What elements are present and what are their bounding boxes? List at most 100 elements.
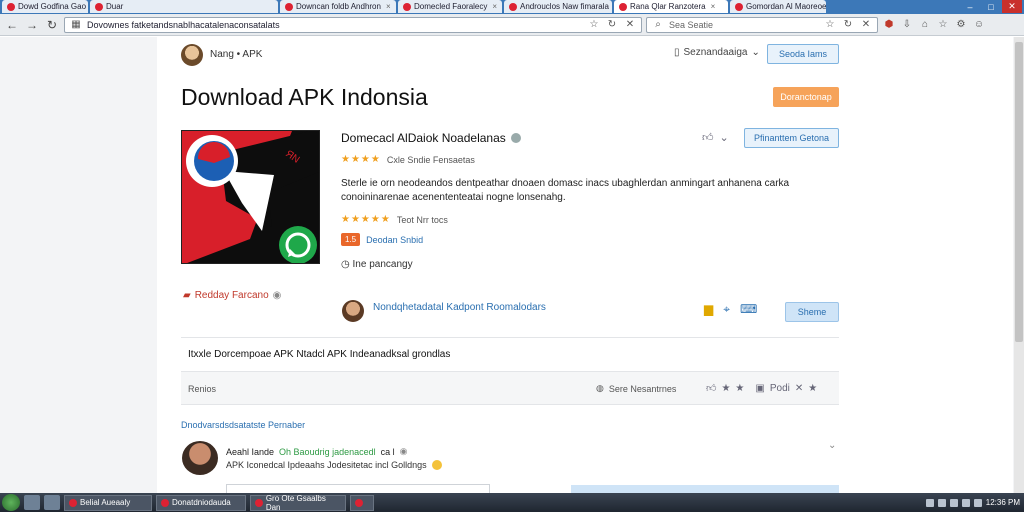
- tab-favicon-icon: [95, 2, 103, 11]
- tray-icon[interactable]: [973, 498, 982, 507]
- developer-name[interactable]: Nondqhetadatal Kadpont Roomalodars: [373, 302, 546, 313]
- tray-icon[interactable]: [937, 498, 946, 507]
- reload-icon[interactable]: ↻: [44, 17, 60, 33]
- comment-header: Aeahl Iande Oh Baoudrig jadenacedl ca l …: [226, 446, 408, 457]
- smiley-icon[interactable]: ☺: [972, 18, 986, 32]
- comments-header[interactable]: Dnodvarsdsdsatatste Pernaber: [181, 420, 305, 430]
- tray-icon[interactable]: [925, 498, 934, 507]
- related-label[interactable]: ▰ Redday Farcano ◉: [183, 290, 281, 301]
- developer-link[interactable]: Deodan Snbid: [366, 235, 423, 245]
- chevron-down-icon[interactable]: ⌄: [720, 131, 729, 144]
- site-logo-avatar[interactable]: [181, 44, 203, 66]
- close-icon[interactable]: ✕: [795, 383, 803, 394]
- reviews-label[interactable]: Renios: [188, 384, 216, 394]
- chat-icon[interactable]: ⌨: [740, 302, 757, 317]
- quicklaunch-icon[interactable]: [24, 495, 40, 510]
- close-window-button[interactable]: ✕: [1002, 0, 1022, 13]
- promo-button[interactable]: Doranctonap: [773, 87, 839, 107]
- tray-icon[interactable]: [961, 498, 970, 507]
- reviews-filter[interactable]: ◍ Sere Nesantrnes: [596, 383, 676, 394]
- downloads-icon[interactable]: ⇩: [900, 18, 914, 32]
- tag-icon[interactable]: ⌖: [723, 302, 730, 317]
- rating-row: ★★★★ Cxle Sndie Fensaetas: [341, 154, 475, 165]
- comment-icon[interactable]: ▣: [755, 383, 764, 394]
- taskbar-item[interactable]: Donatdniodauda: [156, 494, 246, 511]
- info-icon: ◉: [272, 290, 282, 301]
- star-icon[interactable]: ★: [735, 383, 744, 394]
- browser-toolbar: ← → ↻ ▦ Dovownes fatketandsnablhacatalen…: [0, 14, 1024, 36]
- install-note: ◷ Ine pancangy: [341, 259, 413, 270]
- address-text: Dovownes fatketandsnablhacatalenaconsata…: [87, 19, 280, 30]
- back-arrow-icon[interactable]: ←: [4, 17, 20, 33]
- close-icon[interactable]: ✕: [859, 18, 873, 32]
- reload-small-icon[interactable]: ↻: [605, 18, 619, 32]
- developer-avatar[interactable]: [342, 300, 364, 322]
- search-icon: ⌕: [655, 19, 661, 30]
- stop-icon[interactable]: ✕: [623, 18, 637, 32]
- browser-tab[interactable]: Dowd Godfina Gao×: [2, 0, 88, 13]
- page-title: Download APK Indonsia: [181, 84, 428, 110]
- star-icon[interactable]: ★: [721, 383, 730, 394]
- home-icon[interactable]: ⌂: [918, 18, 932, 32]
- bookmark-star-icon[interactable]: ☆: [823, 18, 837, 32]
- site-name[interactable]: Nang • APK: [210, 49, 262, 60]
- chevron-down-icon[interactable]: ⌄: [828, 440, 836, 451]
- tab-favicon-icon: [7, 2, 15, 11]
- language-select[interactable]: ▯ Seznandaaiga ⌄: [674, 47, 760, 58]
- thumbs-up-icon[interactable]: 👍︎: [702, 131, 714, 144]
- section-heading: Itxxle Dorcempoae APK Ntadcl APK Indeana…: [188, 349, 451, 360]
- comment-input[interactable]: [226, 484, 490, 493]
- refresh-icon[interactable]: ↻: [841, 18, 855, 32]
- close-icon[interactable]: ×: [711, 2, 716, 11]
- thumbs-up-icon[interactable]: 👍︎: [706, 382, 716, 394]
- quicklaunch-icon[interactable]: [44, 495, 60, 510]
- bookmark-star-icon[interactable]: ☆: [587, 18, 601, 32]
- reviews-actions: 👍︎ ★ ★ ▣ Podi ✕ ★: [706, 382, 817, 395]
- reviews-filter-text: Sere Nesantrnes: [608, 383, 677, 394]
- tab-favicon-icon: [619, 2, 627, 11]
- document-icon: ▯: [674, 47, 680, 58]
- search-button[interactable]: Seoda Iams: [767, 44, 839, 64]
- install-note-text: Ine pancangy: [352, 259, 413, 270]
- maximize-button[interactable]: □: [981, 0, 1001, 13]
- info-icon: ◉: [399, 446, 408, 456]
- minimize-button[interactable]: –: [960, 0, 980, 13]
- start-button[interactable]: [2, 494, 20, 511]
- extension-icon[interactable]: ⬢: [882, 18, 896, 32]
- emoji-icon: [431, 460, 442, 470]
- share-button[interactable]: Sheme: [785, 302, 839, 322]
- browser-tab[interactable]: Gomordan Al Maoreoea: [730, 0, 826, 13]
- tab-label: Dowd Godfina Gao: [18, 2, 87, 11]
- comment-submit-bar[interactable]: [571, 485, 839, 493]
- tray-icon[interactable]: [949, 498, 958, 507]
- tab-label: Androuclos Naw fimarala: [520, 2, 609, 11]
- browser-tab[interactable]: Androuclos Naw fimarala×: [504, 0, 612, 13]
- clock[interactable]: 12:36 PM: [986, 498, 1020, 507]
- folder-icon[interactable]: ▆: [704, 302, 713, 317]
- browser-tab-active[interactable]: Rana Qlar Ranzotera ×: [614, 0, 728, 13]
- bookmark-icon: ▰: [183, 290, 191, 301]
- favorites-icon[interactable]: ☆: [936, 18, 950, 32]
- star-icon[interactable]: ★: [808, 383, 817, 394]
- browser-search-box[interactable]: ⌕ Sea Seatie ☆ ↻ ✕: [646, 16, 878, 33]
- browser-tab[interactable]: Domecled Faoralecy ×: [398, 0, 502, 13]
- address-bar[interactable]: ▦ Dovownes fatketandsnablhacatalenaconsa…: [64, 16, 642, 33]
- rating-count-text: Teot Nrr tocs: [396, 214, 448, 225]
- commenter-avatar[interactable]: [182, 441, 218, 475]
- scrollbar-thumb[interactable]: [1015, 42, 1023, 342]
- close-icon[interactable]: ×: [492, 2, 497, 11]
- taskbar-item[interactable]: Belial Aueaaly: [64, 494, 152, 511]
- taskbar-item-label: Belial Aueaaly: [80, 498, 131, 507]
- tab-favicon-icon: [285, 2, 293, 11]
- download-button[interactable]: Pfinanttem Getona: [744, 128, 839, 148]
- forward-arrow-icon[interactable]: →: [24, 17, 40, 33]
- comment-author[interactable]: Aeahl Iande: [226, 447, 274, 457]
- system-tray: 12:36 PM: [925, 498, 1024, 507]
- settings-gear-icon[interactable]: ⚙: [954, 18, 968, 32]
- taskbar-item[interactable]: [350, 494, 374, 511]
- browser-tab[interactable]: Downcan foldb Andhron ×: [280, 0, 396, 13]
- like-controls: 👍︎ ⌄: [702, 131, 729, 144]
- taskbar-item[interactable]: Gro Ote Gsaalbs Dan: [250, 494, 346, 512]
- browser-tab[interactable]: Duar: [90, 0, 278, 13]
- close-icon[interactable]: ×: [386, 2, 391, 11]
